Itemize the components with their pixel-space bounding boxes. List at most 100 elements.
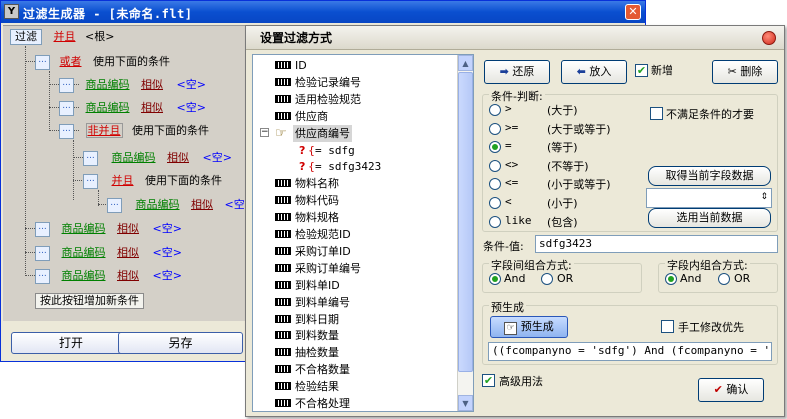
field-item[interactable]: 物料名称: [253, 175, 453, 192]
operator-radio[interactable]: [489, 104, 501, 116]
pregen-button[interactable]: ☞ 预生成: [490, 316, 568, 338]
delete-button[interactable]: ✂ 删除: [712, 60, 778, 84]
condition-compare[interactable]: 相似: [117, 246, 139, 259]
field-item[interactable]: ID: [253, 57, 453, 74]
condition-field[interactable]: 商品编码: [62, 246, 106, 259]
condition-value[interactable]: <空: [225, 198, 245, 211]
within-and-radio[interactable]: [665, 273, 677, 285]
field-item[interactable]: 不合格数量: [253, 361, 453, 378]
filter-tab[interactable]: 过滤: [10, 29, 42, 45]
operator-description: (大于): [547, 104, 578, 117]
field-item[interactable]: 采购订单ID: [253, 243, 453, 260]
insert-button[interactable]: ⬅ 放入: [561, 60, 627, 84]
scroll-up-icon[interactable]: ▲: [458, 55, 473, 71]
condition-compare[interactable]: 相似: [141, 101, 163, 114]
field-list[interactable]: ID 检验记录编号 适用检验规范 供应商 供应商编号 − ☞?{= sdfg?{= sdfg…: [252, 54, 474, 412]
field-item[interactable]: 检验记录编号: [253, 74, 453, 91]
manual-edit-label: 手工修改优先: [678, 321, 744, 334]
condition-value[interactable]: <空>: [153, 269, 182, 282]
condition-compare[interactable]: 相似: [141, 78, 163, 91]
condition-compare[interactable]: 相似: [191, 198, 213, 211]
field-item[interactable]: 到料单编号: [253, 294, 453, 311]
node-menu-button[interactable]: ...: [83, 150, 98, 166]
field-list-scrollbar[interactable]: ▲ ▼: [457, 55, 473, 411]
condition-field[interactable]: 商品编码: [112, 151, 156, 164]
new-checkbox[interactable]: ✔: [635, 64, 648, 77]
field-item[interactable]: 供应商: [253, 108, 453, 125]
field-item[interactable]: 到料单ID: [253, 277, 453, 294]
condition-compare[interactable]: 相似: [167, 151, 189, 164]
confirm-button[interactable]: ✔ 确认: [698, 378, 764, 402]
open-button[interactable]: 打开: [11, 332, 131, 354]
field-item[interactable]: 到料数量: [253, 327, 453, 344]
field-item[interactable]: 物料代码: [253, 192, 453, 209]
between-or-radio[interactable]: [541, 273, 553, 285]
field-data-select[interactable]: ⇕: [646, 188, 772, 208]
condition-value[interactable]: <空>: [153, 246, 182, 259]
save-as-button[interactable]: 另存: [118, 332, 243, 354]
node-operator[interactable]: 或者: [60, 55, 82, 68]
operator-symbol: <=: [505, 176, 519, 189]
node-operator[interactable]: 非并且: [85, 123, 123, 138]
operator-radio[interactable]: [489, 197, 501, 209]
scroll-down-icon[interactable]: ▼: [458, 395, 473, 411]
spinner-arrows-icon[interactable]: ⇕: [760, 189, 768, 205]
advanced-label: 高级用法: [499, 375, 543, 388]
operator-radio[interactable]: [489, 123, 501, 135]
condition-field[interactable]: 商品编码: [62, 269, 106, 282]
add-condition-button[interactable]: 按此按钮增加新条件: [35, 293, 144, 309]
node-menu-button[interactable]: ...: [35, 268, 50, 284]
condition-compare[interactable]: 相似: [117, 222, 139, 235]
between-and-radio[interactable]: [489, 273, 501, 285]
node-menu-button[interactable]: ...: [35, 221, 50, 237]
operator-radio[interactable]: [489, 216, 501, 228]
node-menu-button[interactable]: ...: [59, 100, 74, 116]
condition-value[interactable]: <空>: [153, 222, 182, 235]
condition-value[interactable]: <空>: [177, 78, 206, 91]
node-operator[interactable]: 并且: [112, 174, 134, 187]
node-menu-button[interactable]: ...: [83, 173, 98, 189]
field-item[interactable]: 检验结果: [253, 378, 453, 395]
manual-edit-checkbox[interactable]: [661, 320, 674, 333]
node-menu-button[interactable]: ...: [59, 77, 74, 93]
condition-value-input[interactable]: sdfg3423: [535, 235, 778, 253]
field-item[interactable]: 检验规范ID: [253, 226, 453, 243]
expression-preview[interactable]: ((fcompanyno = 'sdfg') And (fcompanyno =…: [488, 342, 772, 361]
node-menu-button[interactable]: ...: [35, 54, 50, 70]
scroll-thumb[interactable]: [458, 72, 473, 372]
advanced-checkbox[interactable]: ✔: [482, 374, 495, 387]
operator-radio[interactable]: [489, 160, 501, 172]
field-item[interactable]: 供应商编号 − ☞: [253, 125, 453, 142]
condition-value[interactable]: <空>: [177, 101, 206, 114]
use-current-data-button[interactable]: 选用当前数据: [648, 208, 771, 228]
node-menu-button[interactable]: ...: [35, 245, 50, 261]
get-field-data-button[interactable]: 取得当前字段数据: [648, 166, 771, 186]
field-item[interactable]: 物料规格: [253, 209, 453, 226]
pointer-hand-icon: ☞: [275, 126, 287, 141]
node-menu-button[interactable]: ...: [59, 123, 74, 139]
field-item[interactable]: 到料日期: [253, 311, 453, 328]
field-item-label: 检验规范ID: [295, 228, 351, 241]
condition-value[interactable]: <空>: [203, 151, 232, 164]
node-menu-button[interactable]: ...: [107, 197, 122, 213]
condition-field[interactable]: 商品编码: [86, 78, 130, 91]
operator-radio[interactable]: [489, 141, 501, 153]
condition-field[interactable]: 商品编码: [62, 222, 106, 235]
close-icon[interactable]: ✕: [625, 4, 641, 20]
collapse-icon[interactable]: −: [260, 128, 269, 137]
condition-field[interactable]: 商品编码: [136, 198, 180, 211]
field-item[interactable]: 不合格处理: [253, 395, 453, 411]
operator-radio[interactable]: [489, 178, 501, 190]
root-operator[interactable]: 并且: [54, 30, 76, 43]
list-field-icon: [275, 78, 291, 86]
not-satisfy-checkbox[interactable]: [650, 107, 663, 120]
field-item[interactable]: 适用检验规范: [253, 91, 453, 108]
condition-compare[interactable]: 相似: [117, 269, 139, 282]
field-item[interactable]: 采购订单编号: [253, 260, 453, 277]
close-icon[interactable]: [762, 31, 776, 45]
restore-button[interactable]: ➡ 还原: [484, 60, 550, 84]
restore-arrow-icon: ➡: [499, 65, 509, 78]
condition-field[interactable]: 商品编码: [86, 101, 130, 114]
field-item[interactable]: 抽检数量: [253, 344, 453, 361]
within-or-radio[interactable]: [718, 273, 730, 285]
